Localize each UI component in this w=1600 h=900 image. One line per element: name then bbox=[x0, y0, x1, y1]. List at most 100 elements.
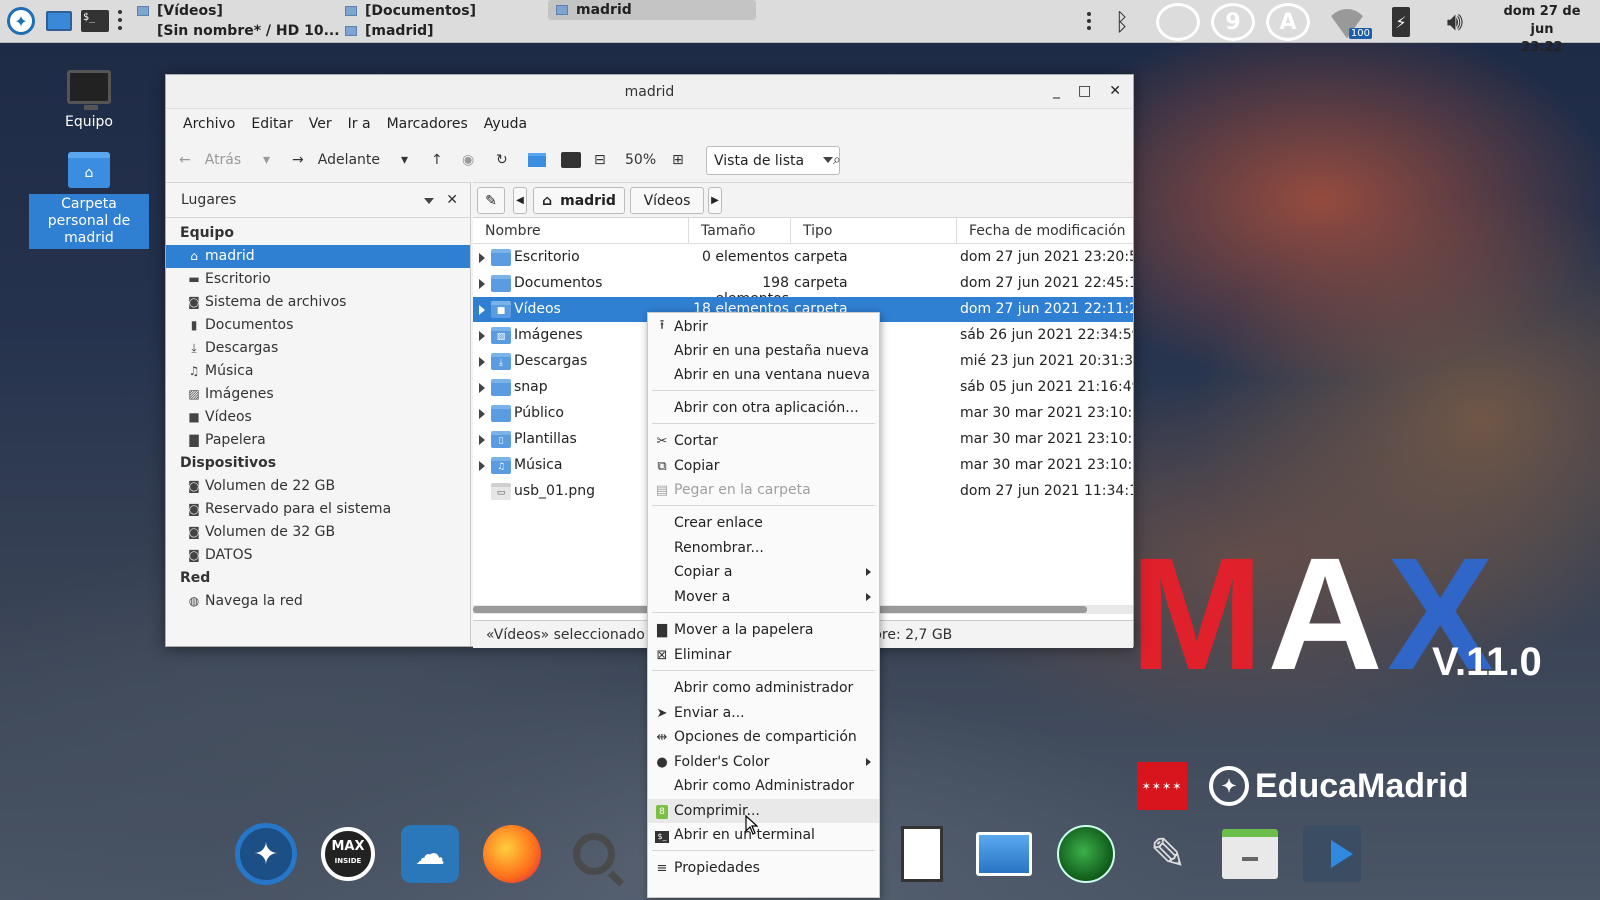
sidebar-item-sistema[interactable]: ◙ Sistema de archivos bbox=[166, 291, 470, 314]
menu-ver[interactable]: Ver bbox=[301, 116, 340, 132]
expander-icon[interactable] bbox=[479, 435, 485, 445]
stop-button[interactable]: ◉ bbox=[462, 150, 474, 170]
dock-search[interactable] bbox=[562, 822, 626, 886]
sidebar-item-madrid[interactable]: ⌂ madrid bbox=[166, 245, 470, 268]
path-scroll-left[interactable]: ◀ bbox=[513, 187, 527, 214]
zoom-in-button[interactable]: ⊞ bbox=[672, 150, 684, 170]
dock-archive[interactable] bbox=[1218, 822, 1282, 886]
search-button[interactable]: ⌕ bbox=[833, 150, 841, 170]
forward-history-dropdown[interactable]: ▾ bbox=[401, 150, 408, 170]
taskbar-item-madrid-bracket[interactable]: [madrid] bbox=[345, 21, 434, 41]
sidebar-item-musica[interactable]: ♫ Música bbox=[166, 360, 470, 383]
menu-item-abrir-con[interactable]: Abrir con otra aplicación... bbox=[648, 396, 879, 420]
panel-handle[interactable] bbox=[118, 10, 122, 30]
tray-indicator-1[interactable] bbox=[1156, 3, 1200, 41]
home-button[interactable] bbox=[528, 150, 546, 170]
menu-item-copiar-a[interactable]: Copiar a bbox=[648, 560, 879, 584]
sidebar-item-reservado[interactable]: ◙ Reservado para el sistema bbox=[166, 498, 470, 521]
dock-presentation[interactable] bbox=[1300, 822, 1364, 886]
column-fecha[interactable]: Fecha de modificación bbox=[957, 218, 1133, 244]
menu-item-cortar[interactable]: ✂ Cortar bbox=[648, 429, 879, 453]
dock-text-editor[interactable] bbox=[890, 822, 954, 886]
show-desktop-button[interactable] bbox=[44, 6, 74, 36]
wifi-indicator[interactable]: 100 bbox=[1322, 3, 1372, 41]
volume-icon[interactable]: 🔊︎ bbox=[1437, 3, 1473, 41]
menu-item-propiedades[interactable]: ≡ Propiedades bbox=[648, 856, 879, 880]
menu-item-crear-enlace[interactable]: Crear enlace bbox=[648, 511, 879, 535]
menu-editar[interactable]: Editar bbox=[243, 116, 300, 132]
bluetooth-icon[interactable]: ᛒ bbox=[1108, 3, 1136, 41]
menu-item-abrir-admin[interactable]: Abrir como administrador bbox=[648, 676, 879, 700]
title-bar[interactable]: madrid _ □ ✕ bbox=[166, 75, 1133, 109]
clock[interactable]: dom 27 de jun 23:22 bbox=[1490, 3, 1594, 57]
dock-firefox[interactable] bbox=[480, 822, 544, 886]
expander-icon[interactable] bbox=[479, 409, 485, 419]
dock-cloud[interactable]: ☁ bbox=[398, 822, 462, 886]
menu-item-compartir[interactable]: ⇹ Opciones de compartición bbox=[648, 725, 879, 749]
panel-handle[interactable] bbox=[1087, 12, 1091, 30]
dock-max-inside[interactable]: MAX INSIDE bbox=[316, 822, 380, 886]
taskbar-item-videos[interactable]: [Vídeos] bbox=[137, 1, 223, 21]
expander-icon[interactable] bbox=[479, 383, 485, 393]
sidebar-item-papelera[interactable]: ▇ Papelera bbox=[166, 429, 470, 452]
dock-desktop[interactable] bbox=[972, 822, 1036, 886]
menu-item-renombrar[interactable]: Renombrar... bbox=[648, 536, 879, 560]
computer-button[interactable] bbox=[561, 150, 581, 170]
sidebar-item-imagenes[interactable]: ▨ Imágenes bbox=[166, 383, 470, 406]
desktop-icon-home[interactable]: ⌂ Carpeta personal de madrid bbox=[29, 152, 149, 249]
battery-indicator[interactable]: ⚡ bbox=[1389, 3, 1413, 41]
up-button[interactable]: ↑ bbox=[431, 150, 443, 170]
menu-ir-a[interactable]: Ir a bbox=[340, 116, 379, 132]
menu-item-abrir-ventana[interactable]: Abrir en una ventana nueva bbox=[648, 363, 879, 387]
forward-button[interactable]: → Adelante bbox=[292, 150, 380, 170]
column-nombre[interactable]: Nombre bbox=[473, 218, 689, 244]
reload-button[interactable]: ↻ bbox=[496, 150, 508, 170]
maximize-icon[interactable]: □ bbox=[1078, 83, 1091, 99]
back-button[interactable]: ← Atrás bbox=[179, 150, 241, 170]
minimize-icon[interactable]: _ bbox=[1053, 83, 1060, 99]
menu-item-comprimir[interactable]: 8 Comprimir... bbox=[648, 799, 879, 823]
menu-item-papelera[interactable]: ▇ Mover a la papelera bbox=[648, 618, 879, 642]
sidebar-item-descargas[interactable]: ⤓ Descargas bbox=[166, 337, 470, 360]
back-history-dropdown[interactable]: ▾ bbox=[263, 150, 270, 170]
tray-indicator-2[interactable]: 9 bbox=[1211, 3, 1255, 41]
dock-graphics[interactable]: ✎ bbox=[1136, 822, 1200, 886]
zoom-out-button[interactable]: ⊟ bbox=[594, 150, 606, 170]
sidebar-item-videos[interactable]: ■ Vídeos bbox=[166, 406, 470, 429]
sidebar-item-volumen-32[interactable]: ◙ Volumen de 32 GB bbox=[166, 521, 470, 544]
sidebar-item-volumen-22[interactable]: ◙ Volumen de 22 GB bbox=[166, 475, 470, 498]
terminal-launcher[interactable]: $_ bbox=[80, 6, 110, 36]
sidebar-item-escritorio[interactable]: ▬ Escritorio bbox=[166, 268, 470, 291]
desktop-icon-equipo[interactable]: Equipo bbox=[29, 70, 149, 130]
close-icon[interactable]: ✕ bbox=[446, 192, 458, 208]
menu-marcadores[interactable]: Marcadores bbox=[379, 116, 476, 132]
table-row[interactable]: Escritorio 0 elementos carpeta dom 27 jun 2… bbox=[473, 245, 1133, 270]
expander-icon[interactable] bbox=[479, 331, 485, 341]
chevron-down-icon[interactable] bbox=[424, 198, 434, 204]
sidebar-header[interactable]: Lugares ✕ bbox=[166, 182, 470, 218]
edit-location-button[interactable]: ✎ bbox=[477, 187, 505, 214]
path-segment-videos[interactable]: Vídeos bbox=[630, 187, 704, 214]
menu-item-abrir[interactable]: ⭱ Abrir bbox=[648, 315, 879, 339]
path-segment-madrid[interactable]: ⌂ madrid bbox=[533, 187, 625, 214]
menu-item-terminal[interactable]: $_ Abrir en un terminal bbox=[648, 823, 879, 847]
tray-indicator-3[interactable]: A bbox=[1266, 3, 1310, 41]
menu-item-abrir-administrador[interactable]: Abrir como Administrador bbox=[648, 774, 879, 798]
menu-item-abrir-pestana[interactable]: Abrir en una pestaña nueva bbox=[648, 339, 879, 363]
view-mode-select[interactable]: Vista de lista bbox=[706, 146, 840, 175]
menu-item-eliminar[interactable]: ⊠ Eliminar bbox=[648, 643, 879, 667]
path-scroll-right[interactable]: ▶ bbox=[708, 187, 722, 214]
dock-start[interactable]: ✦ bbox=[234, 822, 298, 886]
expander-icon[interactable] bbox=[479, 461, 485, 471]
taskbar-item-editor[interactable]: [Sin nombre* / HD 10... bbox=[137, 21, 340, 41]
taskbar-item-documentos[interactable]: [Documentos] bbox=[345, 1, 476, 21]
table-row[interactable]: Documentos198 elementoscarpetadom 27 jun… bbox=[473, 271, 1133, 307]
menu-item-enviar[interactable]: ➤ Enviar a... bbox=[648, 701, 879, 725]
sidebar-item-documentos[interactable]: ▮ Documentos bbox=[166, 314, 470, 337]
expander-icon[interactable] bbox=[479, 253, 485, 263]
menu-item-mover-a[interactable]: Mover a bbox=[648, 585, 879, 609]
expander-icon[interactable] bbox=[479, 305, 485, 315]
menu-ayuda[interactable]: Ayuda bbox=[476, 116, 535, 132]
menu-archivo[interactable]: Archivo bbox=[175, 116, 243, 132]
close-icon[interactable]: ✕ bbox=[1109, 83, 1121, 99]
